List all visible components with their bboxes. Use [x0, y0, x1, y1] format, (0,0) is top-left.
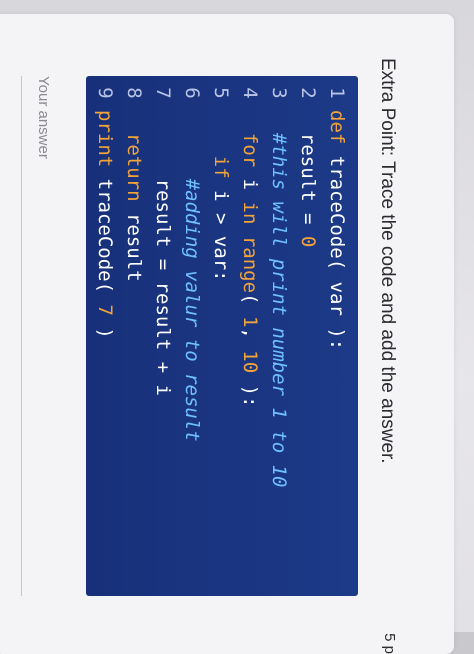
- screen: Extra Point: Trace the code and add the …: [0, 0, 474, 654]
- code-line: 7 result = result + i: [150, 76, 176, 396]
- code-line: 8 return result: [121, 76, 147, 282]
- line-number: 3: [268, 87, 290, 99]
- code-text: result = 0: [295, 110, 321, 247]
- code-token: def: [326, 110, 348, 145]
- code-token: result: [123, 201, 145, 282]
- code-line: 5 if i > var:: [208, 76, 234, 282]
- code-token: result = result + i: [152, 178, 174, 396]
- code-token: traceCode( var ):: [326, 144, 348, 351]
- code-line: 4 for i in range( 1, 10 ):: [237, 76, 263, 408]
- code-token: result =: [297, 132, 319, 236]
- code-token: in range: [239, 201, 261, 294]
- code-text: if i > var:: [208, 110, 234, 282]
- code-text: return result: [121, 110, 147, 282]
- code-token: ): [94, 315, 116, 339]
- code-token: #adding valur to result: [181, 178, 203, 442]
- code-token: return: [123, 132, 145, 202]
- answer-input[interactable]: Your answer: [21, 76, 62, 596]
- code-text: result = result + i: [150, 110, 176, 396]
- code-token: for: [239, 132, 261, 168]
- code-token: if: [210, 155, 232, 179]
- code-token: ):: [239, 373, 261, 408]
- code-token: i: [239, 167, 261, 202]
- code-line: 9 print traceCode( 7 ): [92, 76, 118, 339]
- code-text: def traceCode( var ):: [324, 110, 350, 350]
- code-token: #this will print number 1 to 10: [268, 132, 290, 488]
- question-title: Extra Point: Trace the code and add the …: [377, 58, 398, 464]
- code-token: (: [239, 293, 261, 316]
- code-line: 1 def traceCode( var ):: [324, 76, 350, 350]
- line-number: 2: [297, 87, 319, 99]
- code-token: print: [94, 110, 116, 168]
- code-token: ,: [239, 327, 261, 351]
- line-number: 9: [94, 87, 116, 99]
- code-token: 10: [239, 350, 261, 374]
- code-token: traceCode(: [94, 167, 116, 305]
- code-line: 6 #adding valur to result: [179, 76, 205, 442]
- line-number: 5: [210, 87, 232, 99]
- code-line: 2 result = 0: [295, 76, 321, 247]
- points-label: 5 p: [381, 633, 398, 654]
- code-text: print traceCode( 7 ): [92, 110, 118, 339]
- line-number: 6: [181, 87, 203, 99]
- code-line: 3 #this will print number 1 to 10: [266, 76, 292, 488]
- code-token: 7: [94, 304, 116, 316]
- code-text: #this will print number 1 to 10: [266, 110, 292, 488]
- code-token: 1: [239, 315, 261, 328]
- code-token: 0: [297, 235, 319, 248]
- code-image: 1def traceCode( var ): 2 result = 03 #thi…: [86, 76, 358, 596]
- code-text: for i in range( 1, 10 ):: [237, 110, 263, 408]
- line-number: 7: [152, 87, 174, 99]
- code-token: i > var:: [210, 178, 232, 282]
- line-number: 4: [239, 87, 261, 99]
- code-text: #adding valur to result: [179, 110, 205, 442]
- question-card: Extra Point: Trace the code and add the …: [0, 14, 454, 654]
- answer-placeholder: Your answer: [35, 76, 52, 159]
- line-number: 1: [326, 87, 348, 99]
- line-number: 8: [123, 87, 145, 99]
